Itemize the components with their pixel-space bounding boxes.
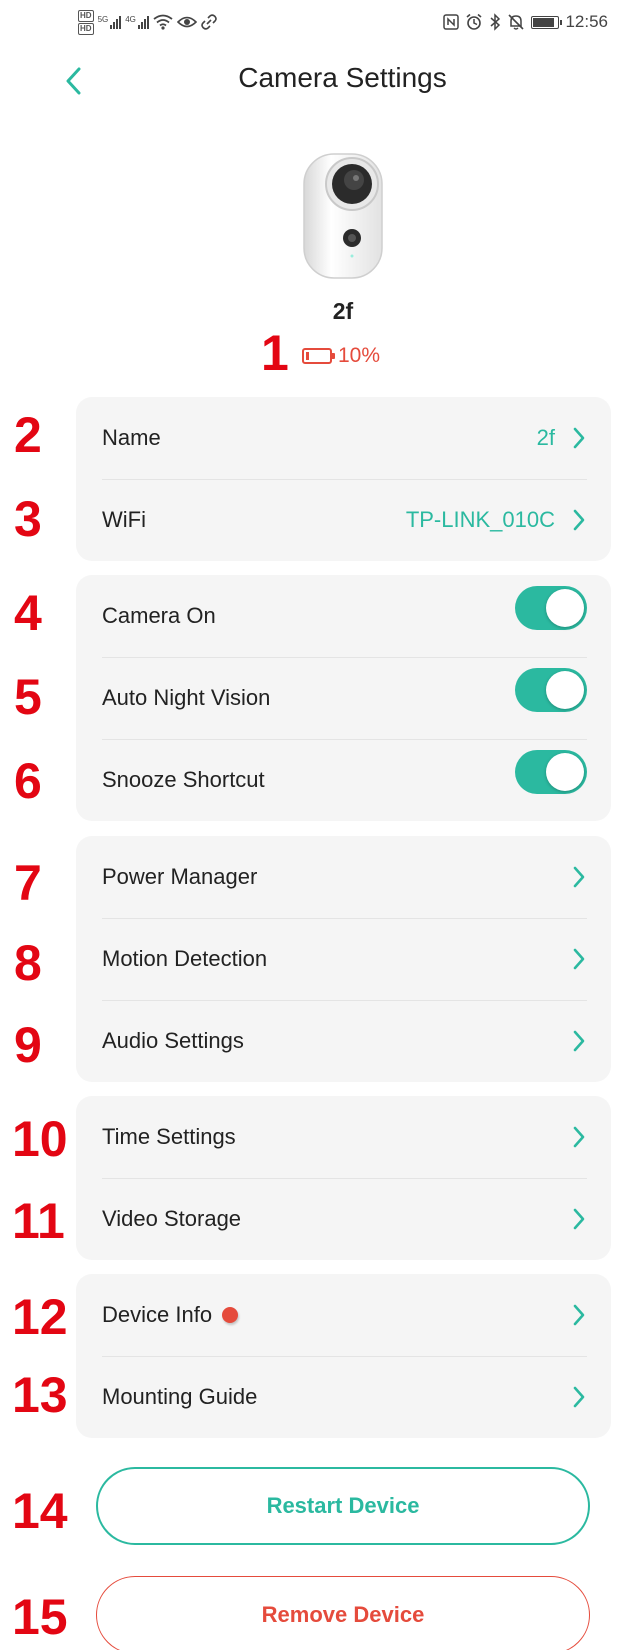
name-value: 2f bbox=[536, 425, 555, 450]
detection-settings-group: Power Manager Motion Detection Audio Set… bbox=[76, 836, 611, 1082]
status-bar-right: 12:56 bbox=[443, 8, 608, 36]
wifi-icon bbox=[153, 14, 173, 30]
audio-settings-label: Audio Settings bbox=[102, 1028, 244, 1053]
device-info-group: Device Info Mounting Guide bbox=[76, 1274, 611, 1438]
wifi-value: TP-LINK_010C bbox=[405, 507, 555, 532]
device-name: 2f bbox=[332, 298, 354, 324]
snooze-shortcut-row: Snooze Shortcut bbox=[76, 739, 611, 821]
annotation-marker-5: 5 bbox=[14, 669, 42, 725]
restart-device-button[interactable]: Restart Device bbox=[96, 1467, 590, 1545]
annotation-marker-1: 1 bbox=[261, 325, 289, 381]
chevron-right-icon bbox=[571, 427, 587, 449]
time-settings-row[interactable]: Time Settings bbox=[76, 1096, 611, 1178]
name-row[interactable]: Name 2f bbox=[76, 397, 611, 479]
network-settings-group: Name 2f WiFi TP-LINK_010C bbox=[76, 397, 611, 561]
snooze-shortcut-label: Snooze Shortcut bbox=[102, 767, 265, 792]
audio-settings-row[interactable]: Audio Settings bbox=[76, 1000, 611, 1082]
motion-detection-row[interactable]: Motion Detection bbox=[76, 918, 611, 1000]
remove-device-button[interactable]: Remove Device bbox=[96, 1576, 590, 1650]
annotation-marker-10: 10 bbox=[12, 1111, 68, 1167]
wifi-row[interactable]: WiFi TP-LINK_010C bbox=[76, 479, 611, 561]
chevron-right-icon bbox=[571, 948, 587, 970]
battery-icon bbox=[531, 15, 563, 29]
annotation-marker-3: 3 bbox=[14, 491, 42, 547]
camera-toggles-group: Camera On Auto Night Vision Snooze Short… bbox=[76, 575, 611, 821]
battery-status: 10% bbox=[302, 343, 380, 369]
eye-icon bbox=[176, 16, 197, 28]
alarm-icon bbox=[466, 13, 482, 30]
power-manager-label: Power Manager bbox=[102, 864, 258, 889]
annotation-marker-12: 12 bbox=[12, 1289, 68, 1345]
device-info-label: Device Info bbox=[102, 1302, 213, 1327]
storage-settings-group: Time Settings Video Storage bbox=[76, 1096, 611, 1260]
power-manager-row[interactable]: Power Manager bbox=[76, 836, 611, 918]
camera-on-label: Camera On bbox=[102, 603, 216, 628]
auto-night-vision-label: Auto Night Vision bbox=[102, 685, 271, 710]
name-label: Name bbox=[102, 425, 161, 450]
annotation-marker-8: 8 bbox=[14, 935, 42, 991]
annotation-marker-13: 13 bbox=[12, 1367, 68, 1423]
auto-night-vision-row: Auto Night Vision bbox=[76, 657, 611, 739]
chevron-right-icon bbox=[571, 509, 587, 531]
mounting-guide-row[interactable]: Mounting Guide bbox=[76, 1356, 611, 1438]
annotation-marker-15: 15 bbox=[12, 1589, 68, 1645]
bluetooth-icon bbox=[490, 13, 501, 31]
nfc-icon bbox=[443, 14, 460, 30]
annotation-marker-11: 11 bbox=[12, 1193, 65, 1249]
motion-detection-label: Motion Detection bbox=[102, 946, 268, 971]
hd-icon: HD HD bbox=[78, 9, 94, 35]
battery-percent: 10% bbox=[338, 344, 381, 367]
annotation-marker-7: 7 bbox=[14, 855, 42, 911]
annotation-marker-14: 14 bbox=[12, 1483, 68, 1539]
chevron-right-icon bbox=[571, 1030, 587, 1052]
camera-on-row: Camera On bbox=[76, 575, 611, 657]
time-settings-label: Time Settings bbox=[102, 1124, 236, 1149]
wifi-label: WiFi bbox=[102, 507, 146, 532]
chevron-right-icon bbox=[571, 1304, 587, 1326]
chevron-right-icon bbox=[571, 866, 587, 888]
annotation-marker-6: 6 bbox=[14, 753, 42, 809]
status-bar-left: HD HD 5G 4G bbox=[78, 8, 217, 36]
chevron-right-icon bbox=[571, 1386, 587, 1408]
mounting-guide-label: Mounting Guide bbox=[102, 1384, 258, 1409]
annotation-marker-9: 9 bbox=[14, 1017, 42, 1073]
video-storage-row[interactable]: Video Storage bbox=[76, 1178, 611, 1260]
chevron-right-icon bbox=[571, 1126, 587, 1148]
annotation-marker-2: 2 bbox=[14, 407, 42, 463]
chevron-right-icon bbox=[571, 1208, 587, 1230]
signal-icon: 5G bbox=[98, 15, 122, 29]
annotation-marker-4: 4 bbox=[14, 585, 42, 641]
page-title: Camera Settings bbox=[238, 62, 447, 93]
snooze-shortcut-toggle[interactable] bbox=[515, 750, 587, 794]
status-bar: HD HD 5G 4G 12:56 bbox=[0, 0, 618, 44]
link-icon bbox=[201, 14, 217, 30]
status-time: 12:56 bbox=[565, 12, 608, 31]
notification-dot bbox=[222, 1307, 239, 1323]
battery-low-icon bbox=[302, 348, 335, 364]
camera-device-image bbox=[303, 153, 383, 279]
video-storage-label: Video Storage bbox=[102, 1206, 242, 1231]
camera-on-toggle[interactable] bbox=[515, 586, 587, 630]
device-info-row[interactable]: Device Info bbox=[76, 1274, 611, 1356]
auto-night-vision-toggle[interactable] bbox=[515, 668, 587, 712]
device-info-label-wrap: Device Info bbox=[102, 1302, 571, 1328]
mute-icon bbox=[508, 14, 525, 30]
signal-icon-2: 4G bbox=[125, 15, 149, 29]
